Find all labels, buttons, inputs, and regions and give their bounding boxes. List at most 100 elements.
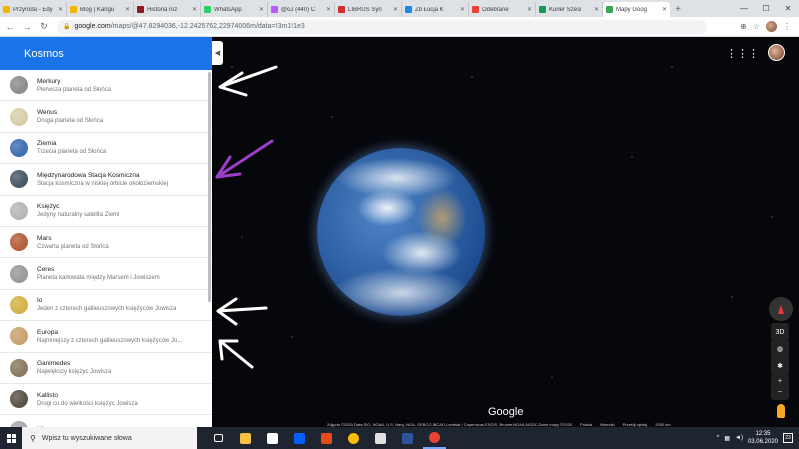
browser-tab[interactable]: @oJ (440) C ✕	[268, 2, 335, 17]
item-name: Kallisto	[37, 391, 58, 399]
browser-tab[interactable]: Odebrane ✕	[469, 2, 536, 17]
tab-close-icon[interactable]: ✕	[594, 6, 599, 13]
list-item[interactable]: Mars Czwarta planeta od Słońca	[0, 227, 212, 259]
list-item[interactable]: Io Jeden z czterech galileuszowych księży…	[0, 290, 212, 322]
map-canvas[interactable]: ◀ ⋮⋮⋮ 3D ◍ ✱ + − Google Zdjęcia ©2020 Da…	[212, 37, 799, 427]
planet-thumbnail-icon	[10, 138, 28, 157]
notifications-icon[interactable]: 23	[783, 433, 793, 443]
reload-icon[interactable]: ↻	[37, 20, 51, 34]
browser-tab[interactable]: Historia roz ✕	[134, 2, 201, 17]
tab-close-icon[interactable]: ✕	[393, 6, 398, 13]
list-item[interactable]: Kallisto Drugi co do wielkości księżyc Jo…	[0, 384, 212, 416]
planet-thumbnail-icon	[10, 107, 28, 126]
network-icon[interactable]: ▦	[724, 435, 730, 442]
pegman-icon[interactable]	[777, 404, 785, 418]
minimize-icon[interactable]: —	[733, 0, 755, 17]
word-icon[interactable]	[396, 427, 419, 449]
tab-close-icon[interactable]: ✕	[58, 6, 63, 13]
list-item[interactable]: Wenus Druga planeta od Słońca	[0, 101, 212, 133]
paint-icon[interactable]	[369, 427, 392, 449]
profile-avatar[interactable]	[766, 21, 777, 32]
collapse-panel-button[interactable]: ◀	[212, 41, 223, 65]
item-description: Stacja kosmiczna w niskiej orbicie około…	[37, 180, 169, 187]
compass-icon[interactable]	[769, 297, 793, 321]
browser-tab[interactable]: Przyroda - Edy ✕	[0, 2, 67, 17]
tab-close-icon[interactable]: ✕	[527, 6, 532, 13]
tab-close-icon[interactable]: ✕	[326, 6, 331, 13]
list-item[interactable]: Ziemia Trzecia planeta od Słońca	[0, 133, 212, 165]
tab-close-icon[interactable]: ✕	[259, 6, 264, 13]
item-name: Europa	[37, 328, 58, 336]
tab-favicon-icon	[3, 6, 10, 13]
planet-list: Merkury Pierwsza planeta od Słońca Wenus Dr…	[0, 70, 212, 427]
task-view-icon[interactable]	[207, 427, 230, 449]
browser-tab-active[interactable]: Mapy Goog ✕	[603, 2, 670, 17]
browser-tab[interactable]: LIBRUS Syn ✕	[335, 2, 402, 17]
zoom-out-icon[interactable]: −	[778, 387, 782, 398]
layers-icon[interactable]: ✱	[771, 357, 789, 375]
new-tab-button[interactable]: +	[670, 2, 686, 17]
planet-thumbnail-icon	[10, 201, 28, 220]
list-item[interactable]: Europa Najmniejszy z czterech galileuszow…	[0, 321, 212, 353]
store-icon[interactable]	[261, 427, 284, 449]
item-description: Trzecia planeta od Słońca	[37, 149, 107, 156]
browser-tab[interactable]: WhatsApp ✕	[201, 2, 268, 17]
zoom-in-icon[interactable]: +	[778, 376, 782, 387]
office-icon[interactable]	[315, 427, 338, 449]
list-item[interactable]: Merkury Pierwsza planeta od Słońca	[0, 70, 212, 102]
browser-tab[interactable]: Blog | Kangu ✕	[67, 2, 134, 17]
list-item[interactable]: Ceres Planeta karłowata między Marsem i J…	[0, 258, 212, 290]
tab-favicon-icon	[472, 6, 479, 13]
list-item[interactable]: Księżyc Jedyny naturalny satelita Ziemi	[0, 196, 212, 227]
start-button[interactable]	[0, 427, 22, 449]
window-controls: — ☐ ✕	[733, 0, 799, 17]
browser-tab[interactable]: Zb Łucja K ✕	[402, 2, 469, 17]
earth-globe[interactable]	[317, 148, 485, 316]
planet-thumbnail-icon	[10, 358, 28, 377]
add-icon[interactable]: ⊕	[740, 22, 747, 31]
tab-close-icon[interactable]: ✕	[192, 6, 197, 13]
list-item[interactable]: Ganimedes Największy księżyc Jowisza	[0, 353, 212, 384]
panel-scrollbar[interactable]	[208, 72, 211, 302]
tray-expand-icon[interactable]: ^	[717, 435, 720, 441]
browser-tab-strip: Przyroda - Edy ✕ Blog | Kangu ✕ Historia r…	[0, 0, 799, 17]
taskbar-search[interactable]: ⚲ Wpisz tu wyszukiwane słowa	[22, 427, 197, 449]
globe-icon[interactable]: ◍	[771, 340, 789, 358]
tab-favicon-icon	[70, 6, 77, 13]
browser-toolbar: ← → ↻ 🔒 google.com/maps/@47.8294036,-12.…	[0, 17, 799, 37]
search-placeholder: Wpisz tu wyszukiwane słowa	[41, 434, 132, 442]
browser-menu-icon[interactable]: ⋮	[783, 22, 791, 31]
maximize-icon[interactable]: ☐	[755, 0, 777, 17]
apps-grid-icon[interactable]: ⋮⋮⋮	[726, 47, 759, 60]
browser-tab[interactable]: Kurier Szesi ✕	[536, 2, 603, 17]
item-description: Planeta karłowata między Marsem i Jowisz…	[37, 275, 160, 282]
address-bar[interactable]: 🔒 google.com/maps/@47.8294036,-12.242576…	[57, 19, 707, 34]
dropbox-icon[interactable]	[288, 427, 311, 449]
panel-title: Kosmos	[0, 37, 212, 70]
clock[interactable]: 12:35 03.06.2020	[748, 430, 778, 446]
bookmark-star-icon[interactable]: ☆	[753, 22, 760, 31]
zoom-control[interactable]: + −	[771, 374, 789, 400]
file-explorer-icon[interactable]	[234, 427, 257, 449]
forward-icon[interactable]: →	[20, 20, 34, 34]
tilt-3d-button[interactable]: 3D	[771, 323, 789, 341]
close-window-icon[interactable]: ✕	[777, 0, 799, 17]
chrome-icon[interactable]	[342, 427, 365, 449]
account-avatar[interactable]	[768, 44, 785, 61]
chrome-active-icon[interactable]	[423, 427, 446, 449]
item-name: Merkury	[37, 77, 61, 85]
item-name: Księżyc	[37, 203, 60, 211]
planet-thumbnail-icon	[10, 76, 28, 95]
tab-close-icon[interactable]: ✕	[125, 6, 130, 13]
list-item[interactable]: Mimas	[0, 415, 212, 427]
tab-close-icon[interactable]: ✕	[460, 6, 465, 13]
url-host: google.com	[74, 23, 111, 30]
volume-icon[interactable]: ◄)	[735, 435, 743, 441]
back-icon[interactable]: ←	[3, 20, 17, 34]
maps-favicon-icon	[606, 6, 613, 13]
windows-logo-icon	[6, 433, 16, 443]
tab-close-icon[interactable]: ✕	[662, 6, 667, 13]
tab-favicon-icon	[137, 6, 144, 13]
list-item[interactable]: Międzynarodowa Stacja Kosmiczna Stacja ko…	[0, 164, 212, 196]
planet-thumbnail-icon	[10, 327, 28, 346]
